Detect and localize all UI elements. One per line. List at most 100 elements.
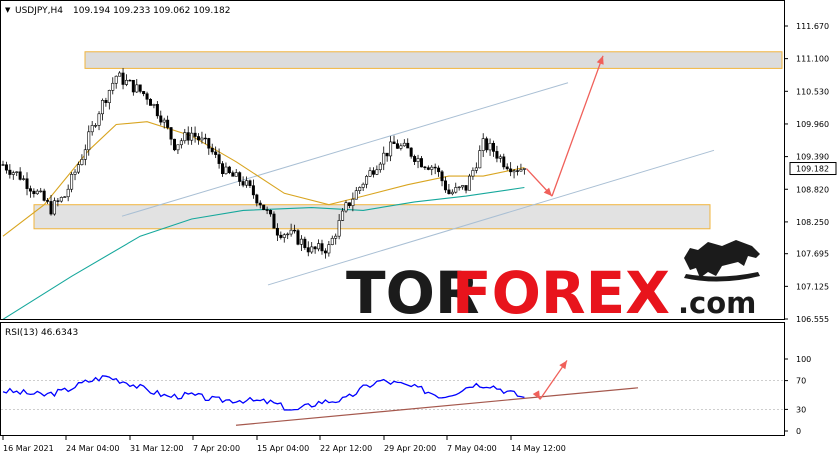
candle-body [173, 138, 177, 151]
candle-body [90, 125, 94, 133]
candle-body [361, 183, 365, 188]
candle-body [15, 171, 19, 173]
candle-body [413, 156, 417, 162]
candle-body [166, 119, 170, 128]
forecast-arrow-up [551, 55, 604, 197]
candle-body [461, 185, 465, 188]
candle-body [485, 138, 489, 151]
candle-body [426, 167, 430, 170]
candle-body [389, 141, 393, 157]
price-tick-label: 106.555 [796, 315, 829, 324]
candle-body [183, 132, 187, 142]
candle-body [155, 104, 159, 117]
candle-body [4, 164, 8, 171]
candle-body [443, 180, 447, 191]
candle-body [145, 93, 149, 100]
candle-body [512, 170, 516, 173]
candle-body [121, 72, 125, 85]
candle-body [142, 91, 146, 95]
candle-body [406, 142, 410, 149]
candle-body [1, 164, 5, 166]
candle-body [385, 152, 389, 157]
chart-area[interactable]: 111.670 111.100 110.530 109.960 109.390 108.8… [0, 0, 838, 458]
candle-body [262, 204, 266, 211]
candle-body [323, 250, 327, 254]
candle-body [66, 188, 70, 198]
candle-body [337, 220, 341, 237]
time-tick-label: 16 Mar 2021 [3, 444, 54, 453]
price-tick-label: 111.670 [796, 22, 829, 31]
candle-body [402, 142, 406, 147]
candle-body [450, 191, 454, 195]
candle-body [395, 143, 399, 149]
price-tick-label: 107.695 [796, 250, 829, 259]
candle-body [70, 174, 74, 190]
candle-body [509, 168, 513, 173]
candle-body [306, 247, 310, 253]
candle-body [409, 147, 413, 157]
dropdown-arrow-icon[interactable]: ▼ [5, 6, 11, 14]
candle-body [234, 172, 238, 177]
candle-body [423, 166, 427, 169]
candle-body [296, 230, 300, 245]
candle-body [169, 127, 173, 140]
candle-body [42, 190, 46, 201]
candle-body [251, 185, 255, 196]
time-tick-label: 24 Mar 04:00 [66, 444, 119, 453]
candle-body [152, 104, 156, 106]
price-tick-label: 109.390 [796, 153, 829, 162]
support-zone [33, 204, 711, 230]
candle-body [392, 141, 396, 144]
candle-body [49, 201, 53, 215]
trend-channel [121, 82, 715, 286]
candle-body [430, 166, 434, 170]
candle-body [265, 209, 269, 211]
rsi-tick-label: 0 [796, 427, 801, 436]
candle-body [440, 171, 444, 182]
candle-body [419, 158, 423, 168]
candle-body [63, 196, 67, 198]
time-tick-label: 7 May 04:00 [447, 444, 497, 453]
candle-body [159, 115, 163, 123]
candle-body [282, 234, 286, 238]
candle-body [327, 244, 331, 254]
candle-body [286, 233, 290, 236]
candle-body [80, 159, 84, 165]
candle-body [378, 163, 382, 171]
time-tick-label: 7 Apr 20:00 [193, 444, 240, 453]
candle-body [474, 167, 478, 171]
candle-body [221, 163, 225, 175]
candle-body [368, 170, 372, 177]
candle-body [498, 156, 502, 159]
candle-body [214, 151, 218, 155]
candle-body [186, 132, 190, 141]
candle-body [35, 190, 39, 195]
last-price-label: 109.182 [796, 165, 829, 174]
candle-body [454, 187, 458, 193]
candle-body [231, 172, 235, 177]
candle-body [248, 180, 252, 186]
forecast-arrows [525, 55, 604, 197]
candle-body [341, 210, 345, 221]
candle-body [224, 166, 228, 175]
candle-body [107, 90, 111, 103]
candle-body [515, 170, 519, 172]
rsi-tick-label: 70 [796, 377, 806, 386]
candle-body [111, 82, 115, 91]
rsi-panel-frame [0, 322, 785, 436]
time-tick-label: 14 May 12:00 [511, 444, 566, 453]
candle-body [148, 98, 152, 106]
logo-text-forex: FOREX [452, 259, 670, 327]
candle-body [519, 169, 523, 172]
candle-body [114, 75, 118, 84]
candle-body [467, 175, 471, 191]
time-tick-label: 15 Apr 04:00 [257, 444, 309, 453]
axes-layer: 111.670 111.100 110.530 109.960 109.390 108.8… [2, 22, 837, 453]
candle-body [399, 145, 403, 149]
candle-body [197, 136, 201, 141]
torforex-logo: TOR FOREX .com [346, 240, 760, 327]
candle-body [190, 132, 194, 141]
candle-body [491, 142, 495, 152]
candle-body [344, 202, 348, 212]
candle-body [522, 168, 526, 170]
